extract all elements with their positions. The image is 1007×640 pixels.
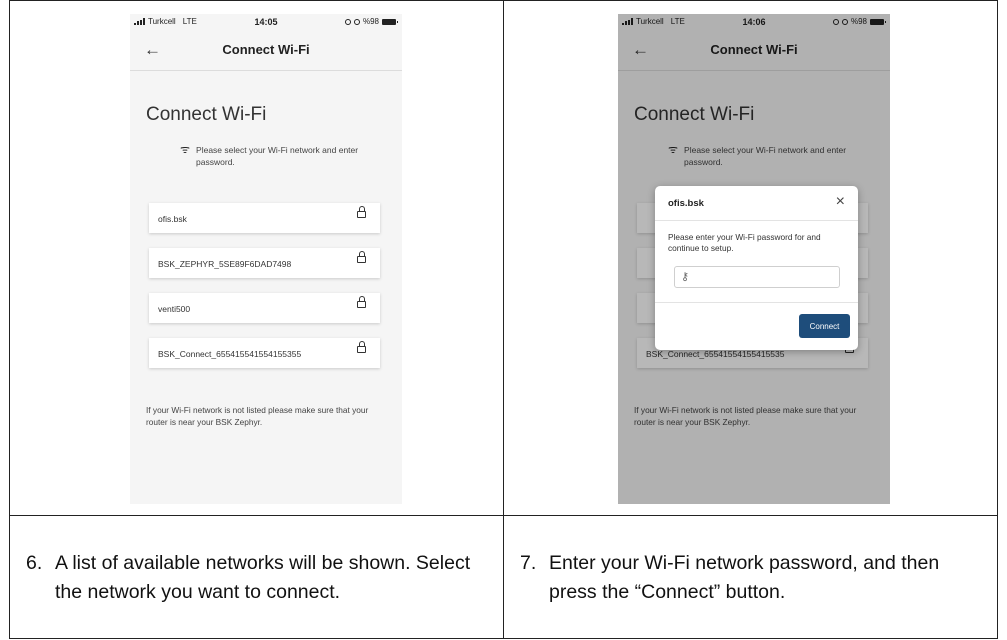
password-input[interactable]	[703, 269, 833, 285]
step-6-cell: 6. A list of available networks will be …	[9, 515, 504, 639]
network-item[interactable]: ofis.bsk	[149, 203, 380, 233]
step-caption: 7. Enter your Wi-Fi network password, an…	[520, 549, 989, 607]
right-image-cell: Turkcell LTE 14:06 %98 ← Connect Wi-Fi C…	[503, 0, 998, 516]
info-text: Please select your Wi-Fi network and ent…	[196, 145, 359, 167]
step-7-cell: 7. Enter your Wi-Fi network password, an…	[503, 515, 998, 639]
dialog-message: Please enter your Wi-Fi password for and…	[668, 232, 821, 253]
dialog-divider	[655, 220, 858, 221]
page-heading: Connect Wi-Fi	[146, 104, 267, 125]
phone-screenshot-password-dialog: Turkcell LTE 14:06 %98 ← Connect Wi-Fi C…	[618, 14, 890, 504]
location-icon	[344, 18, 351, 25]
nav-bar: ← Connect Wi-Fi	[130, 30, 402, 71]
lock-icon	[357, 206, 366, 218]
lock-icon	[357, 251, 366, 263]
password-dialog: ofis.bsk × Please enter your Wi-Fi passw…	[655, 186, 858, 350]
close-icon[interactable]: ×	[836, 193, 845, 211]
nav-title: Connect Wi-Fi	[222, 42, 310, 57]
password-field[interactable]: ⚷	[674, 266, 840, 288]
dialog-divider	[655, 302, 858, 303]
network-item[interactable]: BSK_ZEPHYR_5SE89F6DAD7498	[149, 248, 380, 278]
lock-icon	[357, 296, 366, 308]
step-number: 6.	[26, 552, 43, 574]
network-name: BSK_ZEPHYR_5SE89F6DAD7498	[158, 259, 292, 269]
battery-icon	[382, 18, 398, 25]
wifi-icon: ᯤ	[180, 144, 191, 156]
network-name: ofis.bsk	[158, 214, 187, 224]
network-name: venti500	[158, 304, 191, 314]
instruction-table: Turkcell LTE 14:05 %98 ← Connect Wi-Fi C…	[9, 0, 998, 639]
network-name: BSK_Connect_655415541554155355	[158, 349, 302, 359]
network-item[interactable]: BSK_Connect_655415541554155355	[149, 338, 380, 368]
step-caption: 6. A list of available networks will be …	[26, 549, 495, 607]
key-icon: ⚷	[681, 271, 690, 283]
status-bar: Turkcell LTE 14:05 %98	[130, 14, 402, 30]
footer-note: If your Wi-Fi network is not listed plea…	[146, 405, 369, 427]
network-list: ofis.bsk BSK_ZEPHYR_5SE89F6DAD7498 venti…	[149, 203, 380, 383]
step-number: 7.	[520, 552, 537, 574]
dialog-title: ofis.bsk	[668, 198, 704, 209]
connect-button[interactable]: Connect	[799, 314, 850, 338]
info-message: ᯤ Please select your Wi-Fi network and e…	[180, 144, 370, 168]
battery-percent: %98	[362, 17, 379, 26]
network-item[interactable]: venti500	[149, 293, 380, 323]
step-text: Enter your Wi-Fi network password, and t…	[549, 552, 940, 603]
left-image-cell: Turkcell LTE 14:05 %98 ← Connect Wi-Fi C…	[9, 0, 504, 516]
step-text: A list of available networks will be sho…	[55, 552, 471, 603]
alarm-icon	[353, 18, 360, 25]
lock-icon	[357, 341, 366, 353]
phone-screenshot-network-list: Turkcell LTE 14:05 %98 ← Connect Wi-Fi C…	[130, 14, 402, 504]
